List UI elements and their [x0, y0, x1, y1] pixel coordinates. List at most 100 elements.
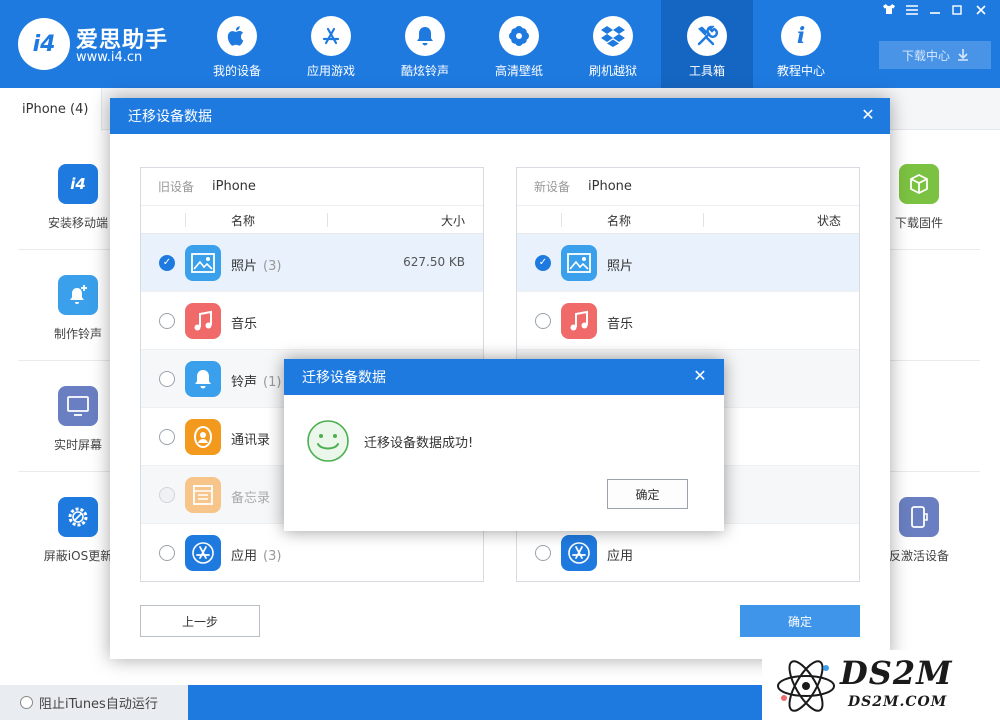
contacts-icon — [185, 419, 221, 455]
flower-icon — [499, 16, 539, 56]
bell-icon — [405, 16, 445, 56]
app-store-icon — [185, 535, 221, 571]
unchecked-icon[interactable] — [535, 545, 551, 561]
row-name: 备忘录 — [231, 491, 271, 506]
nav-flash-jailbreak[interactable]: 刷机越狱 — [567, 0, 659, 88]
old-row-apps[interactable]: 应用 (3) — [141, 524, 483, 581]
gear-block-icon — [58, 497, 98, 537]
close-window-icon[interactable] — [971, 3, 991, 19]
column-status: 状态 — [816, 214, 841, 228]
nav-wallpapers[interactable]: 高清壁纸 — [473, 0, 565, 88]
dialog-title-bar: 迁移设备数据 ✕ — [284, 359, 724, 395]
unchecked-icon[interactable] — [159, 313, 175, 329]
column-divider — [561, 213, 562, 227]
dialog-ok-button[interactable]: 确定 — [607, 479, 688, 509]
app-store-icon — [311, 16, 351, 56]
nav-label: 工具箱 — [688, 64, 725, 78]
column-size: 大小 — [440, 214, 465, 228]
column-divider — [703, 213, 704, 227]
music-icon — [185, 303, 221, 339]
nav-label: 高清壁纸 — [494, 64, 543, 78]
old-row-music[interactable]: 音乐 — [141, 292, 483, 350]
new-device-name: iPhone — [588, 179, 632, 194]
new-row-music[interactable]: 音乐 — [517, 292, 859, 350]
row-name: 应用 (3) — [231, 549, 282, 564]
row-name: 音乐 — [231, 317, 258, 332]
close-icon[interactable]: ✕ — [860, 107, 876, 123]
old-row-photos[interactable]: ✓ 照片 (3) 627.50 KB — [141, 234, 483, 292]
nav-apps-games[interactable]: 应用游戏 — [285, 0, 377, 88]
nav-tutorials[interactable]: i 教程中心 — [755, 0, 847, 88]
music-icon — [561, 303, 597, 339]
confirm-button[interactable]: 确定 — [740, 605, 860, 637]
download-icon — [958, 49, 968, 61]
download-center-button[interactable]: 下载中心 — [879, 41, 991, 69]
unchecked-icon[interactable] — [535, 313, 551, 329]
new-device-label: 新设备 — [534, 180, 571, 194]
column-divider — [185, 213, 186, 227]
close-icon[interactable]: ✕ — [692, 368, 708, 384]
bell-icon — [185, 361, 221, 397]
block-itunes-label: 阻止iTunes自动运行 — [39, 697, 158, 712]
i4-app-icon: i4 — [58, 164, 98, 204]
monitor-icon — [58, 386, 98, 426]
old-device-name: iPhone — [212, 179, 256, 194]
modal-title: 迁移设备数据 — [128, 109, 212, 125]
minimize-icon[interactable] — [925, 3, 945, 19]
app-store-icon — [561, 535, 597, 571]
unchecked-icon[interactable] — [159, 429, 175, 445]
cube-icon — [899, 164, 939, 204]
unchecked-icon[interactable] — [159, 545, 175, 561]
dialog-message: 迁移设备数据成功! — [364, 436, 474, 451]
row-name: 照片 (3) — [231, 259, 282, 274]
old-device-label: 旧设备 — [158, 180, 195, 194]
column-divider — [327, 213, 328, 227]
smile-icon — [307, 420, 349, 462]
watermark: DS2M DS2M.COM — [762, 650, 1000, 720]
atom-logo-icon — [777, 660, 835, 712]
modal-title-bar: 迁移设备数据 ✕ — [110, 98, 890, 134]
row-name: 铃声 (1) — [231, 375, 282, 390]
notes-icon — [185, 477, 221, 513]
row-name: 音乐 — [607, 317, 634, 332]
radio-icon — [20, 696, 33, 709]
nav-ringtones[interactable]: 酷炫铃声 — [379, 0, 471, 88]
tools-icon — [687, 16, 727, 56]
checked-icon[interactable]: ✓ — [159, 255, 175, 271]
block-itunes-toggle[interactable]: 阻止iTunes自动运行 — [0, 685, 188, 720]
brand-url: www.i4.cn — [76, 50, 143, 65]
new-device-header: 新设备 iPhone — [517, 168, 859, 206]
menu-icon[interactable] — [902, 3, 922, 19]
nav-label: 酷炫铃声 — [400, 64, 449, 78]
nav-toolbox[interactable]: 工具箱 — [661, 0, 753, 88]
maximize-icon[interactable] — [947, 3, 967, 19]
nav-my-device[interactable]: 我的设备 — [191, 0, 283, 88]
i4-logo: i4 — [18, 18, 70, 70]
row-name: 应用 — [607, 549, 634, 564]
photos-icon — [185, 245, 221, 281]
unchecked-icon[interactable] — [159, 371, 175, 387]
watermark-title: DS2M — [840, 654, 953, 692]
apple-icon — [217, 16, 257, 56]
nav-label: 应用游戏 — [306, 64, 355, 78]
checked-icon[interactable]: ✓ — [535, 255, 551, 271]
bell-plus-icon — [58, 275, 98, 315]
new-row-photos[interactable]: ✓ 照片 — [517, 234, 859, 292]
new-row-apps[interactable]: 应用 — [517, 524, 859, 581]
tab-iphone[interactable]: iPhone (4) — [0, 88, 102, 131]
dialog-title: 迁移设备数据 — [302, 370, 386, 386]
skin-icon[interactable] — [879, 3, 899, 19]
row-size: 627.50 KB — [403, 255, 465, 269]
old-device-header: 旧设备 iPhone — [141, 168, 483, 206]
row-name: 通讯录 — [231, 433, 271, 448]
nav-label: 我的设备 — [212, 64, 261, 78]
phone-icon — [899, 497, 939, 537]
watermark-url: DS2M.COM — [848, 694, 948, 710]
previous-step-button[interactable]: 上一步 — [140, 605, 260, 637]
photos-icon — [561, 245, 597, 281]
nav-label: 刷机越狱 — [588, 64, 637, 78]
info-icon: i — [781, 16, 821, 56]
old-column-header: 名称 大小 — [141, 206, 483, 234]
success-dialog: 迁移设备数据 ✕ 迁移设备数据成功! 确定 — [284, 359, 724, 531]
new-column-header: 名称 状态 — [517, 206, 859, 234]
